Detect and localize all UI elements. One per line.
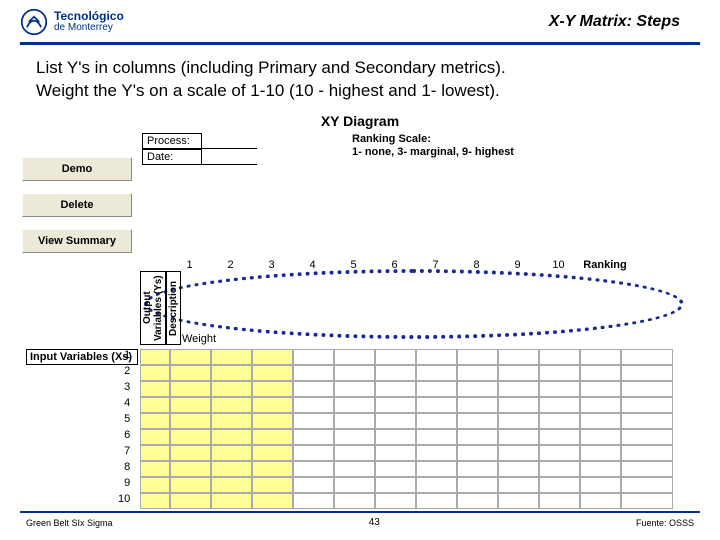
delete-button[interactable]: Delete [22,193,132,217]
date-label: Date: [142,149,202,165]
demo-button[interactable]: Demo [22,157,132,181]
col-8: 8 [456,259,497,271]
col-5: 5 [333,259,374,271]
weight-label: Weight [182,333,216,345]
col-6: 6 [374,259,415,271]
table-row [140,365,673,381]
column-headers: 1 2 3 4 5 6 7 8 9 10 Ranking [169,259,698,271]
footer-rule [20,511,700,513]
matrix: 1 2 3 4 5 6 7 8 9 10 Ranking Output Vari… [22,259,698,271]
col-1: 1 [169,259,210,271]
table-row [140,397,673,413]
col-2: 2 [210,259,251,271]
page-title: X-Y Matrix: Steps [549,13,700,31]
col-10: 10 [538,259,579,271]
body-text: List Y's in columns (including Primary a… [0,45,720,113]
page-number: 43 [369,517,380,528]
footer-left: Green Belt SIx Sigma [26,518,113,528]
footer: Green Belt SIx Sigma 43 Fuente: OSSS [0,511,720,528]
table-row [140,413,673,429]
table-row [140,477,673,493]
col-4: 4 [292,259,333,271]
xy-diagram: XY Diagram Demo Delete View Summary Proc… [22,113,698,271]
description-label: Description [166,271,181,345]
col-9: 9 [497,259,538,271]
ranking-scale-title: Ranking Scale: [352,133,698,146]
logo-icon [20,8,48,36]
table-row [140,461,673,477]
highlight-ellipse [144,269,684,339]
row-numbers: 1 2 3 4 5 6 7 8 9 10 [118,349,133,509]
body-line1: List Y's in columns (including Primary a… [36,57,684,80]
header: Tecnológico de Monterrey X-Y Matrix: Ste… [0,0,720,36]
ranking-scale-text: 1- none, 3- marginal, 9- highest [352,146,698,159]
ranking-scale: Ranking Scale: 1- none, 3- marginal, 9- … [272,133,698,159]
table-row [140,429,673,445]
table-row [140,493,673,509]
footer-right: Fuente: OSSS [636,518,694,528]
output-variables-label: Output Variables (Ys) [140,271,166,345]
diagram-title: XY Diagram [22,113,698,129]
table-row [140,381,673,397]
col-7: 7 [415,259,456,271]
ranking-header: Ranking [579,259,631,271]
grid [140,349,673,509]
process-date-block: Process: Date: [142,133,262,165]
col-3: 3 [251,259,292,271]
logo: Tecnológico de Monterrey [20,8,124,36]
vertical-labels: Output Variables (Ys) Description [140,271,181,345]
table-row [140,445,673,461]
process-label: Process: [142,133,202,149]
view-summary-button[interactable]: View Summary [22,229,132,253]
body-line2: Weight the Y's on a scale of 1-10 (10 - … [36,80,684,103]
logo-text-bottom: de Monterrey [54,23,124,34]
table-row [140,349,673,365]
